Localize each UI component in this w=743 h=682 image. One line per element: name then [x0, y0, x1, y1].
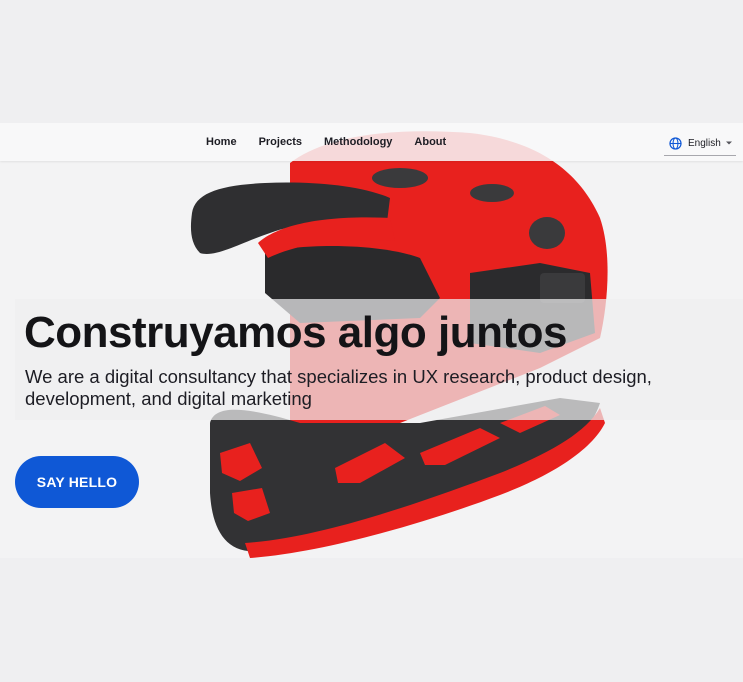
hero-section: Home Projects Methodology About English …: [0, 123, 743, 558]
nav-link-home[interactable]: Home: [206, 135, 237, 149]
hero-subtitle: We are a digital consultancy that specia…: [25, 366, 652, 409]
nav-link-methodology[interactable]: Methodology: [324, 135, 392, 149]
page-bottom-background: [0, 558, 743, 682]
top-navbar: Home Projects Methodology About English: [0, 123, 743, 161]
nav-link-about[interactable]: About: [414, 135, 446, 149]
language-selector[interactable]: English: [664, 131, 736, 156]
chevron-down-icon: [726, 141, 732, 145]
hero-title: Construyamos algo juntos: [24, 308, 567, 357]
nav-link-projects[interactable]: Projects: [259, 135, 302, 149]
page-top-background: [0, 0, 743, 123]
globe-icon: [669, 136, 682, 150]
nav-links: Home Projects Methodology About: [206, 135, 468, 149]
say-hello-button[interactable]: SAY HELLO: [15, 456, 139, 508]
language-label: English: [688, 137, 721, 149]
